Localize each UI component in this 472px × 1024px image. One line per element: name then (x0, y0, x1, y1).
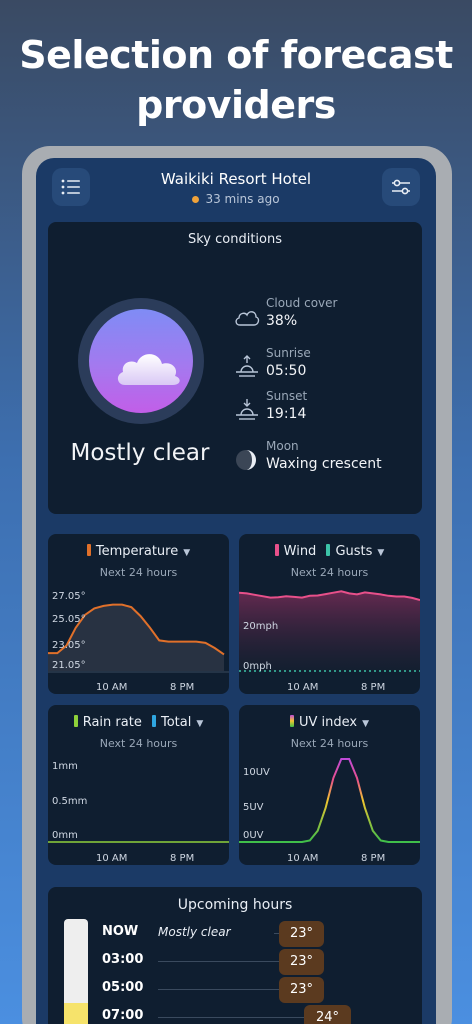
temperature-card[interactable]: Temperature ▼ Next 24 hours 27.05° 25.05°… (48, 534, 229, 694)
stat-label: Sunrise (266, 346, 311, 360)
location-title[interactable]: Waikiki Resort Hotel (96, 170, 376, 188)
sky-condition: Mostly clear (70, 440, 210, 466)
hour-guide (158, 1017, 304, 1018)
x-tick: 10 AM (287, 682, 318, 693)
x-tick: 10 AM (287, 853, 318, 864)
upcoming-hours-card[interactable]: Upcoming hours NOW Mostly clear 23° 03:0… (48, 887, 422, 1024)
x-tick: 10 AM (96, 682, 127, 693)
hour-row[interactable]: 05:00 23° (48, 976, 418, 1003)
y-tick: 21.05° (52, 660, 86, 671)
y-tick: 25.05° (52, 614, 86, 625)
stat-value: 38% (266, 313, 298, 329)
y-tick: 27.05° (52, 591, 86, 602)
hour-row[interactable]: NOW Mostly clear 23° (48, 920, 418, 947)
hour-temp: 23° (279, 949, 324, 975)
stat-label: Cloud cover (266, 296, 338, 310)
x-tick: 10 AM (96, 853, 127, 864)
cloud-icon (117, 354, 180, 385)
sunrise-icon (236, 355, 258, 377)
hour-time: NOW (102, 924, 139, 939)
x-tick: 8 PM (361, 853, 385, 864)
sky-gradient (89, 309, 193, 413)
app-bar: Waikiki Resort Hotel 33 mins ago (36, 158, 436, 218)
y-tick: 1mm (52, 761, 78, 772)
stat-label: Sunset (266, 389, 308, 403)
sunset-icon (236, 399, 258, 420)
stat-label: Moon (266, 439, 299, 453)
x-tick: 8 PM (170, 682, 194, 693)
moon-icon (236, 450, 256, 470)
stat-value: Waxing crescent (266, 456, 382, 472)
y-tick: 23.05° (52, 640, 86, 651)
hour-temp: 23° (279, 921, 324, 947)
app-screen: Waikiki Resort Hotel 33 mins ago Sky con… (36, 158, 436, 1024)
y-tick: 20mph (243, 621, 278, 632)
settings-button[interactable] (382, 168, 420, 206)
temperature-chart: 27.05° 25.05° 23.05° 21.05° 10 AM 8 PM (48, 591, 229, 693)
x-tick: 8 PM (170, 853, 194, 864)
hour-condition: Mostly clear (158, 925, 231, 939)
headline: Selection of forecast providers (19, 33, 453, 127)
sky-conditions-card[interactable]: Sky conditions Mostly clear Cloud cover … (48, 222, 422, 514)
list-icon (61, 179, 80, 195)
y-tick: 0mph (243, 661, 272, 672)
menu-button[interactable] (52, 168, 90, 206)
uv-card[interactable]: UV index ▼ Next 24 hours 10UV 5UV 0UV 10 … (239, 705, 420, 865)
hour-time: 03:00 (102, 952, 144, 967)
wind-chart: 20mph 0mph 10 AM 8 PM (239, 590, 420, 693)
hour-row[interactable]: 03:00 23° (48, 948, 418, 975)
hour-time: 05:00 (102, 980, 144, 995)
stat-value: 05:50 (266, 363, 307, 379)
y-tick: 0UV (243, 830, 264, 841)
sky-icon-ring (78, 298, 204, 424)
updated-status: 33 mins ago (96, 192, 376, 206)
updated-time: 33 mins ago (205, 192, 280, 206)
hour-time: 07:00 (102, 1008, 144, 1023)
wind-card[interactable]: Wind Gusts ▼ Next 24 hours 20mph 0mph 10 … (239, 534, 420, 694)
hour-row[interactable]: 07:00 24° (48, 1004, 418, 1024)
sliders-icon (392, 179, 410, 195)
cloud-icon (235, 311, 260, 326)
y-tick: 10UV (243, 767, 270, 778)
hour-guide (158, 961, 280, 962)
sky-title: Sky conditions (187, 232, 283, 247)
hour-temp: 23° (279, 977, 324, 1003)
x-tick: 8 PM (361, 682, 385, 693)
y-tick: 5UV (243, 802, 264, 813)
y-tick: 0.5mm (52, 796, 87, 807)
hour-temp: 24° (304, 1005, 351, 1024)
y-tick: 0mm (52, 830, 78, 841)
hour-guide (158, 989, 280, 990)
rain-chart: 1mm 0.5mm 0mm 10 AM 8 PM (48, 761, 229, 864)
stat-value: 19:14 (266, 406, 307, 422)
uv-chart: 10UV 5UV 0UV 10 AM 8 PM (239, 758, 420, 864)
status-dot (192, 196, 200, 203)
rain-card[interactable]: Rain rate Total ▼ Next 24 hours 1mm 0.5mm… (48, 705, 229, 865)
upcoming-title: Upcoming hours (177, 897, 293, 913)
